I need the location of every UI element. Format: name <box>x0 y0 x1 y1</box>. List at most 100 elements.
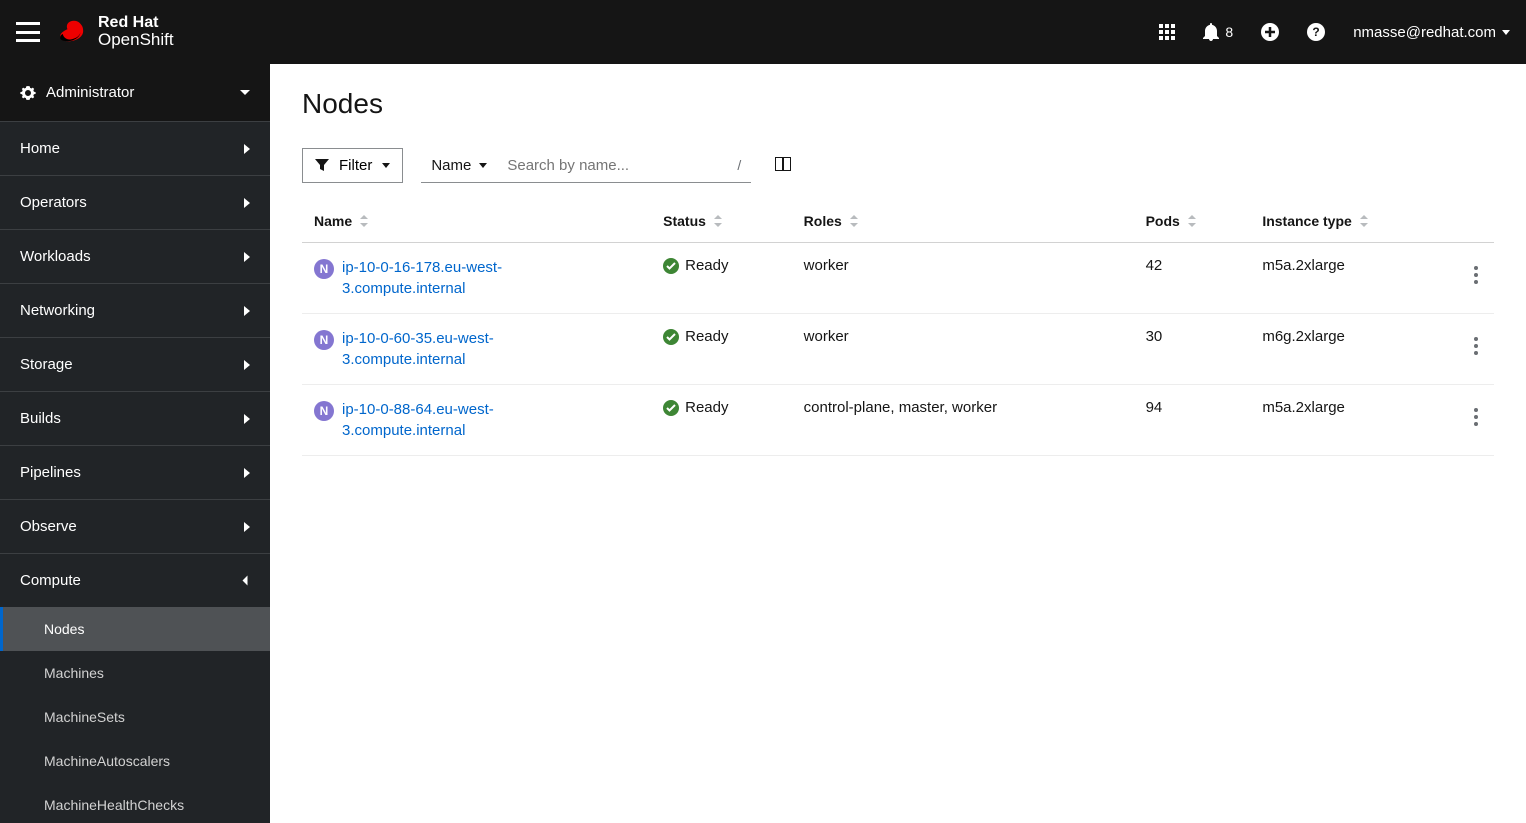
product-name: OpenShift <box>98 31 174 50</box>
redhat-fedora-icon <box>56 20 90 44</box>
nav-item-operators[interactable]: Operators <box>0 176 270 229</box>
status-text: Ready <box>685 399 728 416</box>
nav-item-label: Compute <box>20 572 81 589</box>
sub-nav-item-machinesets[interactable]: MachineSets <box>0 695 270 739</box>
caret-down-icon <box>240 90 250 95</box>
nav-item-label: Home <box>20 140 60 157</box>
nav-item-builds[interactable]: Builds <box>0 392 270 445</box>
user-menu[interactable]: nmasse@redhat.com <box>1353 24 1510 41</box>
nav-item-label: Pipelines <box>20 464 81 481</box>
manage-columns-button[interactable] <box>769 151 797 180</box>
check-circle-icon <box>663 400 679 416</box>
sort-icon <box>850 214 858 230</box>
nav-item-label: Observe <box>20 518 77 535</box>
masthead-left: Red Hat OpenShift <box>16 14 174 50</box>
sub-nav-item-machinehealthchecks[interactable]: MachineHealthChecks <box>0 783 270 823</box>
sort-icon <box>360 214 368 230</box>
bell-icon <box>1203 23 1219 41</box>
roles-cell: worker <box>792 314 1134 385</box>
help-button[interactable]: ? <box>1307 23 1325 41</box>
sub-nav-item-machines[interactable]: Machines <box>0 651 270 695</box>
search-input[interactable] <box>497 149 727 182</box>
svg-text:?: ? <box>1313 25 1320 39</box>
sub-nav-item-nodes[interactable]: Nodes <box>0 607 270 651</box>
kebab-menu-button[interactable] <box>1470 404 1482 430</box>
nav-item-home[interactable]: Home <box>0 122 270 175</box>
search-attribute-select[interactable]: Name <box>421 149 497 182</box>
perspective-switcher[interactable]: Administrator <box>0 64 270 121</box>
perspective-label: Administrator <box>46 84 134 101</box>
node-link[interactable]: ip-10-0-16-178.eu-west-3.compute.interna… <box>342 257 512 299</box>
chevron-right-icon <box>244 468 250 478</box>
table-row: Nip-10-0-60-35.eu-west-3.compute.interna… <box>302 314 1494 385</box>
node-resource-badge: N <box>314 401 334 421</box>
instance-type-cell: m5a.2xlarge <box>1250 385 1454 456</box>
cog-icon <box>20 85 36 101</box>
column-header-instance-type[interactable]: Instance type <box>1250 201 1454 243</box>
status-text: Ready <box>685 328 728 345</box>
instance-type-cell: m6g.2xlarge <box>1250 314 1454 385</box>
column-header-roles[interactable]: Roles <box>792 201 1134 243</box>
chevron-right-icon <box>244 198 250 208</box>
sort-icon <box>1360 214 1368 230</box>
grid-icon <box>1159 24 1175 40</box>
chevron-right-icon <box>244 144 250 154</box>
roles-cell: control-plane, master, worker <box>792 385 1134 456</box>
node-resource-badge: N <box>314 259 334 279</box>
nav-item-observe[interactable]: Observe <box>0 500 270 553</box>
column-header-status[interactable]: Status <box>651 201 792 243</box>
main-content: Nodes Filter Name / NameStatusRolesPodsI… <box>270 64 1526 823</box>
nav-item-label: Networking <box>20 302 95 319</box>
roles-cell: worker <box>792 243 1134 314</box>
nav-toggle-button[interactable] <box>16 22 40 42</box>
node-link[interactable]: ip-10-0-60-35.eu-west-3.compute.internal <box>342 328 512 370</box>
search-attribute-label: Name <box>431 157 471 174</box>
app-launcher-button[interactable] <box>1159 24 1175 40</box>
caret-down-icon <box>382 163 390 168</box>
chevron-right-icon <box>244 522 250 532</box>
table-row: Nip-10-0-16-178.eu-west-3.compute.intern… <box>302 243 1494 314</box>
sub-nav-item-machineautoscalers[interactable]: MachineAutoscalers <box>0 739 270 783</box>
status-text: Ready <box>685 257 728 274</box>
nav-item-storage[interactable]: Storage <box>0 338 270 391</box>
node-link[interactable]: ip-10-0-88-64.eu-west-3.compute.internal <box>342 399 512 441</box>
kebab-menu-button[interactable] <box>1470 262 1482 288</box>
chevron-right-icon <box>244 414 250 424</box>
sidebar: Administrator Home OperatorsWorkloads Netw… <box>0 64 270 823</box>
search-shortcut-hint: / <box>727 157 751 173</box>
page-title: Nodes <box>302 88 1494 120</box>
notification-count: 8 <box>1225 24 1233 40</box>
nav-item-label: Storage <box>20 356 73 373</box>
notifications-button[interactable]: 8 <box>1203 23 1233 41</box>
columns-icon <box>775 157 791 171</box>
node-resource-badge: N <box>314 330 334 350</box>
nav-item-workloads[interactable]: Workloads <box>0 230 270 283</box>
brand-text: Red Hat OpenShift <box>98 14 174 50</box>
table-row: Nip-10-0-88-64.eu-west-3.compute.interna… <box>302 385 1494 456</box>
brand-logo[interactable]: Red Hat OpenShift <box>56 14 174 50</box>
nav-item-networking[interactable]: Networking <box>0 284 270 337</box>
nav-item-pipelines[interactable]: Pipelines <box>0 446 270 499</box>
nav-item-compute[interactable]: Compute <box>0 554 270 607</box>
import-button[interactable] <box>1261 23 1279 41</box>
caret-down-icon <box>1502 30 1510 35</box>
column-header-name[interactable]: Name <box>302 201 651 243</box>
brand-name: Red Hat <box>98 14 174 32</box>
pods-cell: 94 <box>1134 385 1251 456</box>
kebab-menu-button[interactable] <box>1470 333 1482 359</box>
check-circle-icon <box>663 329 679 345</box>
question-circle-icon: ? <box>1307 23 1325 41</box>
filter-label: Filter <box>339 157 372 174</box>
pods-cell: 30 <box>1134 314 1251 385</box>
caret-down-icon <box>479 163 487 168</box>
column-header-pods[interactable]: Pods <box>1134 201 1251 243</box>
chevron-right-icon <box>244 252 250 262</box>
filter-button[interactable]: Filter <box>302 148 403 183</box>
chevron-right-icon <box>244 360 250 370</box>
filter-icon <box>315 159 329 173</box>
sort-icon <box>1188 214 1196 230</box>
toolbar: Filter Name / <box>302 148 1494 183</box>
chevron-right-icon <box>244 306 250 316</box>
nav-item-label: Builds <box>20 410 61 427</box>
sort-icon <box>714 214 722 230</box>
